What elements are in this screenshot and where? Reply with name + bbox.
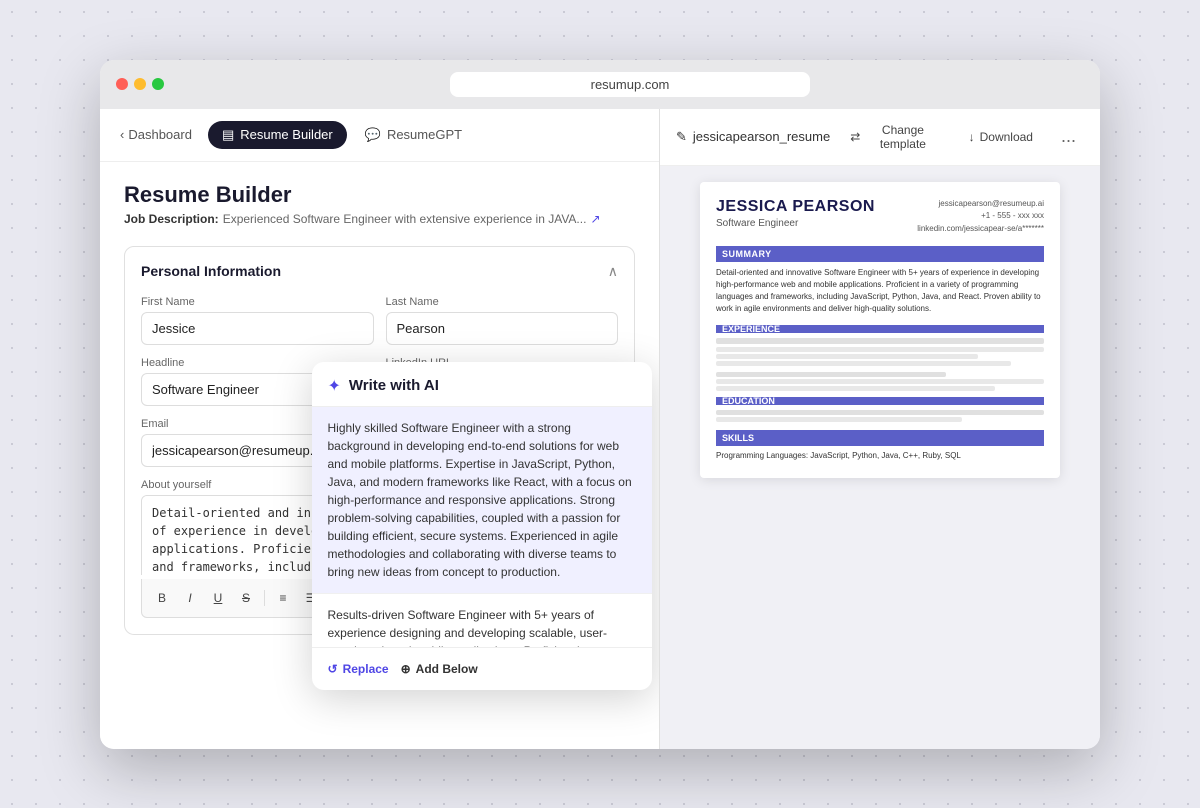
bold-button[interactable]: B bbox=[150, 586, 174, 610]
resumegpt-icon: 💬 bbox=[365, 127, 381, 143]
replace-icon: ↺ bbox=[328, 662, 338, 676]
last-name-label: Last Name bbox=[386, 296, 619, 308]
tab-resumegpt[interactable]: 💬 ResumeGPT bbox=[351, 121, 476, 149]
nav-bar: ‹ Dashboard ▤ Resume Builder 💬 ResumeGPT bbox=[100, 109, 659, 162]
more-options-button[interactable]: ... bbox=[1053, 122, 1084, 151]
ai-option-1[interactable]: Highly skilled Software Engineer with a … bbox=[312, 407, 652, 594]
resume-phone: +1 - 555 - xxx xxx bbox=[917, 210, 1044, 223]
education-header: EDUCATION bbox=[716, 397, 1044, 405]
ai-spark-icon: ✦ bbox=[328, 376, 341, 396]
resume-preview-area: JESSICA PEARSON Software Engineer jessic… bbox=[660, 166, 1100, 749]
resume-header: JESSICA PEARSON Software Engineer jessic… bbox=[716, 198, 1044, 236]
underline-button[interactable]: U bbox=[206, 586, 230, 610]
resume-linkedin: linkedin.com/jessicapear-se/a******* bbox=[917, 223, 1044, 236]
minimize-button[interactable] bbox=[134, 78, 146, 90]
resume-builder-label: Resume Builder bbox=[240, 127, 333, 142]
resume-name: JESSICA PEARSON bbox=[716, 198, 875, 216]
replace-button[interactable]: ↺ Replace bbox=[328, 658, 389, 680]
last-name-group: Last Name bbox=[386, 296, 619, 345]
change-template-icon: ⇄ bbox=[850, 130, 860, 144]
resumegpt-label: ResumeGPT bbox=[387, 127, 462, 142]
resume-contact: jessicapearson@resumeup.ai +1 - 555 - xx… bbox=[917, 198, 1044, 236]
add-below-button[interactable]: ⊕ Add Below bbox=[401, 658, 478, 680]
strikethrough-button[interactable]: S bbox=[234, 586, 258, 610]
last-name-input[interactable] bbox=[386, 312, 619, 345]
browser-content: ‹ Dashboard ▤ Resume Builder 💬 ResumeGPT… bbox=[100, 109, 1100, 749]
back-arrow-icon: ‹ bbox=[120, 127, 124, 142]
replace-label: Replace bbox=[343, 662, 389, 676]
job-description: Job Description: Experienced Software En… bbox=[124, 212, 635, 226]
add-below-label: Add Below bbox=[416, 662, 478, 676]
align-button[interactable]: ≡ bbox=[271, 586, 295, 610]
url-bar[interactable]: resumup.com bbox=[450, 72, 810, 97]
dashboard-label: Dashboard bbox=[128, 127, 192, 142]
ai-options: Highly skilled Software Engineer with a … bbox=[312, 407, 652, 647]
experience-header: EXPERIENCE bbox=[716, 325, 1044, 333]
download-icon: ↓ bbox=[969, 130, 975, 144]
collapse-icon[interactable]: ∧ bbox=[608, 263, 618, 280]
first-name-input[interactable] bbox=[141, 312, 374, 345]
nav-tabs: ▤ Resume Builder 💬 ResumeGPT bbox=[208, 121, 476, 149]
back-link[interactable]: ‹ Dashboard bbox=[120, 127, 192, 142]
edit-job-desc-icon[interactable]: ↗ bbox=[590, 212, 600, 226]
file-name: ✎ jessicapearson_resume bbox=[676, 129, 830, 145]
browser-titlebar: resumup.com bbox=[100, 60, 1100, 109]
edit-icon: ✎ bbox=[676, 129, 687, 145]
exp-line-5 bbox=[716, 372, 946, 377]
browser-window: resumup.com ‹ Dashboard ▤ Resume Builder… bbox=[100, 60, 1100, 749]
exp-line-2 bbox=[716, 347, 1044, 352]
close-button[interactable] bbox=[116, 78, 128, 90]
change-template-label: Change template bbox=[865, 123, 940, 151]
first-name-group: First Name bbox=[141, 296, 374, 345]
exp-line-3 bbox=[716, 354, 978, 359]
ai-actions: ↺ Replace ⊕ Add Below bbox=[312, 647, 652, 690]
ai-option-2[interactable]: Results-driven Software Engineer with 5+… bbox=[312, 594, 652, 647]
exp-line-1 bbox=[716, 338, 1044, 344]
job-desc-text: Experienced Software Engineer with exten… bbox=[223, 212, 587, 226]
first-name-label: First Name bbox=[141, 296, 374, 308]
change-template-button[interactable]: ⇄ Change template bbox=[842, 119, 948, 155]
section-header: Personal Information ∧ bbox=[141, 263, 618, 280]
edu-line-1 bbox=[716, 410, 1044, 415]
resume-email: jessicapearson@resumeup.ai bbox=[917, 198, 1044, 211]
exp-line-7 bbox=[716, 386, 995, 391]
tab-resume-builder[interactable]: ▤ Resume Builder bbox=[208, 121, 347, 149]
ai-popup: ✦ Write with AI Highly skilled Software … bbox=[312, 362, 652, 690]
edu-line-2 bbox=[716, 417, 962, 422]
add-icon: ⊕ bbox=[401, 662, 411, 676]
traffic-lights bbox=[116, 78, 164, 90]
resume-summary-text: Detail-oriented and innovative Software … bbox=[716, 267, 1044, 315]
exp-line-6 bbox=[716, 379, 1044, 384]
download-button[interactable]: ↓ Download bbox=[961, 126, 1041, 148]
page-title: Resume Builder bbox=[124, 182, 635, 208]
toolbar-sep-1 bbox=[264, 590, 265, 606]
left-panel-body: Resume Builder Job Description: Experien… bbox=[100, 162, 659, 749]
resume-skills-header: SKILLS bbox=[716, 430, 1044, 446]
right-toolbar: ✎ jessicapearson_resume ⇄ Change templat… bbox=[660, 109, 1100, 166]
resume-builder-icon: ▤ bbox=[222, 127, 234, 143]
resume-summary-header: SUMMARY bbox=[716, 246, 1044, 262]
left-panel: ‹ Dashboard ▤ Resume Builder 💬 ResumeGPT… bbox=[100, 109, 660, 749]
resume-subtitle: Software Engineer bbox=[716, 218, 875, 229]
exp-line-4 bbox=[716, 361, 1011, 366]
italic-button[interactable]: I bbox=[178, 586, 202, 610]
ai-popup-title: Write with AI bbox=[349, 377, 439, 394]
resume-skills-text: Programming Languages: JavaScript, Pytho… bbox=[716, 450, 1044, 462]
download-label: Download bbox=[980, 130, 1033, 144]
job-desc-label: Job Description: bbox=[124, 212, 219, 226]
section-title: Personal Information bbox=[141, 263, 281, 279]
ai-popup-header: ✦ Write with AI bbox=[312, 362, 652, 407]
maximize-button[interactable] bbox=[152, 78, 164, 90]
file-name-text: jessicapearson_resume bbox=[693, 129, 830, 144]
resume-card: JESSICA PEARSON Software Engineer jessic… bbox=[700, 182, 1060, 478]
right-panel: ✎ jessicapearson_resume ⇄ Change templat… bbox=[660, 109, 1100, 749]
